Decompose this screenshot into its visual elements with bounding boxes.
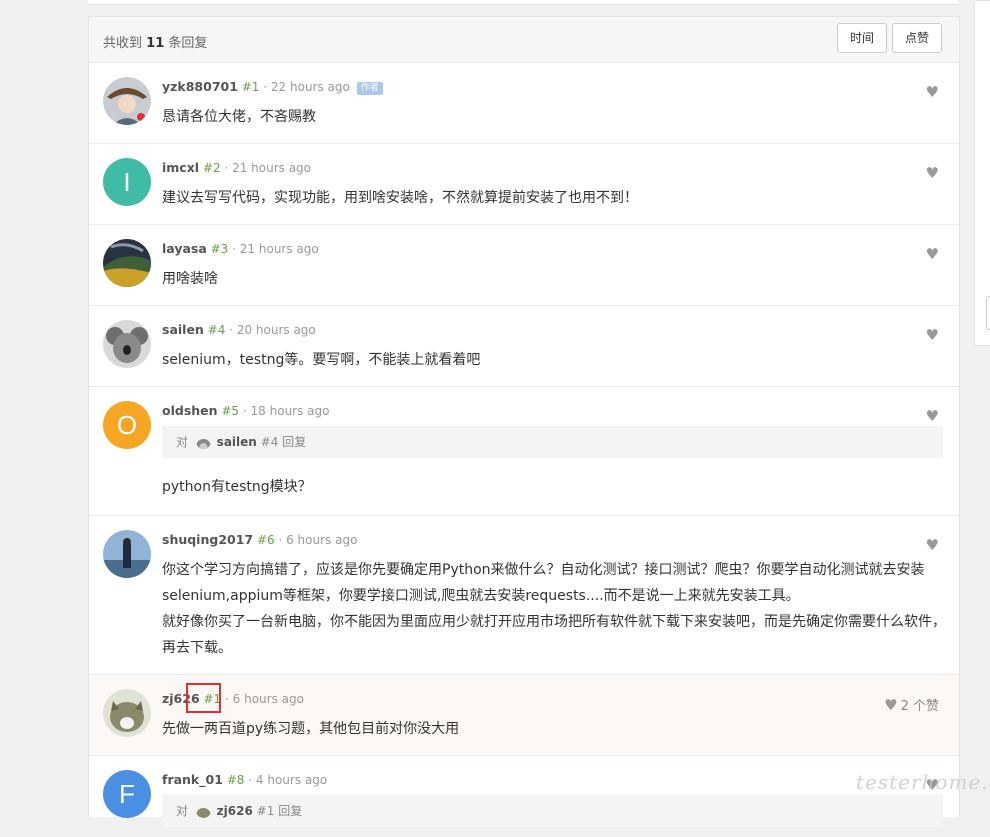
replies-header: 共收到 11 条回复 时间 点赞 — [89, 17, 959, 63]
username-link[interactable]: layasa — [162, 241, 207, 256]
floor-link[interactable]: #1 — [242, 80, 260, 94]
mini-avatar — [195, 803, 211, 818]
reply-item: shuqing2017 #6 · 6 hours ago 你这个学习方向搞错了，… — [89, 516, 959, 675]
reply-body: 用啥装啥 — [162, 271, 218, 287]
like-button[interactable]: ♥ 2 个赞 — [884, 695, 939, 714]
like-count: 2 个赞 — [900, 699, 939, 714]
username-link[interactable]: imcxl — [162, 160, 199, 175]
heart-icon[interactable]: ♥ — [926, 83, 939, 101]
reply-item: yzk880701 #1 · 22 hours ago 作者 恳请各位大佬，不吝… — [89, 63, 959, 144]
reply-meta: frank_01 #8 · 4 hours ago — [162, 772, 327, 787]
heart-icon[interactable]: ♥ — [926, 245, 939, 263]
reply-body: 恳请各位大佬，不吝赐教 — [162, 109, 316, 125]
heart-icon[interactable]: ♥ — [926, 407, 939, 425]
reply-body: 你这个学习方向搞错了，应该是你先要确定用Python来做什么？自动化测试？接口测… — [162, 562, 946, 656]
reply-body: 建议去写写代码，实现功能，用到啥安装啥，不然就算提前安装了也用不到！ — [162, 190, 638, 206]
quoted-username[interactable]: zj626 — [217, 804, 253, 818]
watermark: testerhome.com — [856, 770, 990, 794]
floor-link[interactable]: #4 — [208, 323, 226, 337]
timestamp: · 22 hours ago — [263, 80, 350, 94]
reply-to-quote[interactable]: 对 zj626 #1 回复 — [162, 795, 943, 827]
avatar[interactable] — [103, 689, 151, 737]
heart-icon[interactable]: ♥ — [926, 164, 939, 182]
avatar[interactable] — [103, 77, 151, 125]
reply-meta: shuqing2017 #6 · 6 hours ago — [162, 532, 357, 547]
reply-body: selenium，testng等。要写啊，不能装上就看着吧 — [162, 352, 481, 368]
reply-meta: oldshen #5 · 18 hours ago — [162, 403, 329, 418]
username-link[interactable]: frank_01 — [162, 772, 223, 787]
avatar[interactable]: I — [103, 158, 151, 206]
reply-item: F frank_01 #8 · 4 hours ago 对 zj626 #1 回… — [89, 756, 959, 837]
floor-link[interactable]: #8 — [227, 773, 245, 787]
timestamp: · 18 hours ago — [242, 404, 330, 418]
heart-icon: ♥ — [884, 696, 898, 714]
heart-icon[interactable]: ♥ — [926, 536, 939, 554]
reply-body: python有testng模块？ — [162, 479, 312, 495]
heart-icon[interactable]: ♥ — [926, 326, 939, 344]
floor-link[interactable]: #5 — [221, 404, 239, 418]
timestamp: · 4 hours ago — [248, 773, 328, 787]
reply-body: 先做一两百道py练习题，其他包目前对你没大用 — [162, 721, 460, 737]
username-link[interactable]: yzk880701 — [162, 79, 238, 94]
timestamp: · 20 hours ago — [229, 323, 316, 337]
sidebar-card — [974, 0, 990, 346]
mini-avatar — [195, 434, 211, 449]
reply-item: sailen #4 · 20 hours ago selenium，testng… — [89, 306, 959, 387]
reply-meta: imcxl #2 · 21 hours ago — [162, 160, 311, 175]
timestamp: · 6 hours ago — [278, 533, 358, 547]
timestamp: · 21 hours ago — [224, 161, 312, 175]
username-link[interactable]: oldshen — [162, 403, 218, 418]
timestamp: · 21 hours ago — [232, 242, 319, 256]
reply-item: I imcxl #2 · 21 hours ago 建议去写写代码，实现功能，用… — [89, 144, 959, 225]
previous-card — [88, 0, 958, 5]
floor-link[interactable]: #2 — [203, 161, 221, 175]
sort-by-time-button[interactable]: 时间 — [837, 23, 887, 53]
reply-item: layasa #3 · 21 hours ago 用啥装啥 ♥ — [89, 225, 959, 306]
username-link[interactable]: sailen — [162, 322, 204, 337]
reply-meta: zj626 #1 · 6 hours ago — [162, 691, 304, 706]
floor-link[interactable]: #3 — [211, 242, 229, 256]
sort-by-likes-button[interactable]: 点赞 — [892, 23, 942, 53]
author-badge: 作者 — [356, 82, 383, 95]
reply-meta: sailen #4 · 20 hours ago — [162, 322, 316, 337]
sidebar-control[interactable] — [986, 296, 990, 330]
avatar[interactable] — [103, 530, 151, 578]
reply-meta: yzk880701 #1 · 22 hours ago 作者 — [162, 79, 383, 95]
reply-item: O oldshen #5 · 18 hours ago 对 sailen #4 … — [89, 387, 959, 516]
avatar[interactable]: O — [103, 401, 151, 449]
reply-to-quote[interactable]: 对 sailen #4 回复 — [162, 426, 943, 458]
avatar[interactable] — [103, 239, 151, 287]
annotation-highlight-box — [186, 683, 221, 713]
reply-count: 共收到 11 条回复 — [103, 36, 208, 51]
quoted-username[interactable]: sailen — [217, 435, 257, 449]
timestamp: · 6 hours ago — [225, 692, 304, 706]
floor-link[interactable]: #6 — [257, 533, 275, 547]
avatar[interactable] — [103, 320, 151, 368]
avatar[interactable]: F — [103, 770, 151, 818]
reply-meta: layasa #3 · 21 hours ago — [162, 241, 319, 256]
username-link[interactable]: shuqing2017 — [162, 532, 253, 547]
